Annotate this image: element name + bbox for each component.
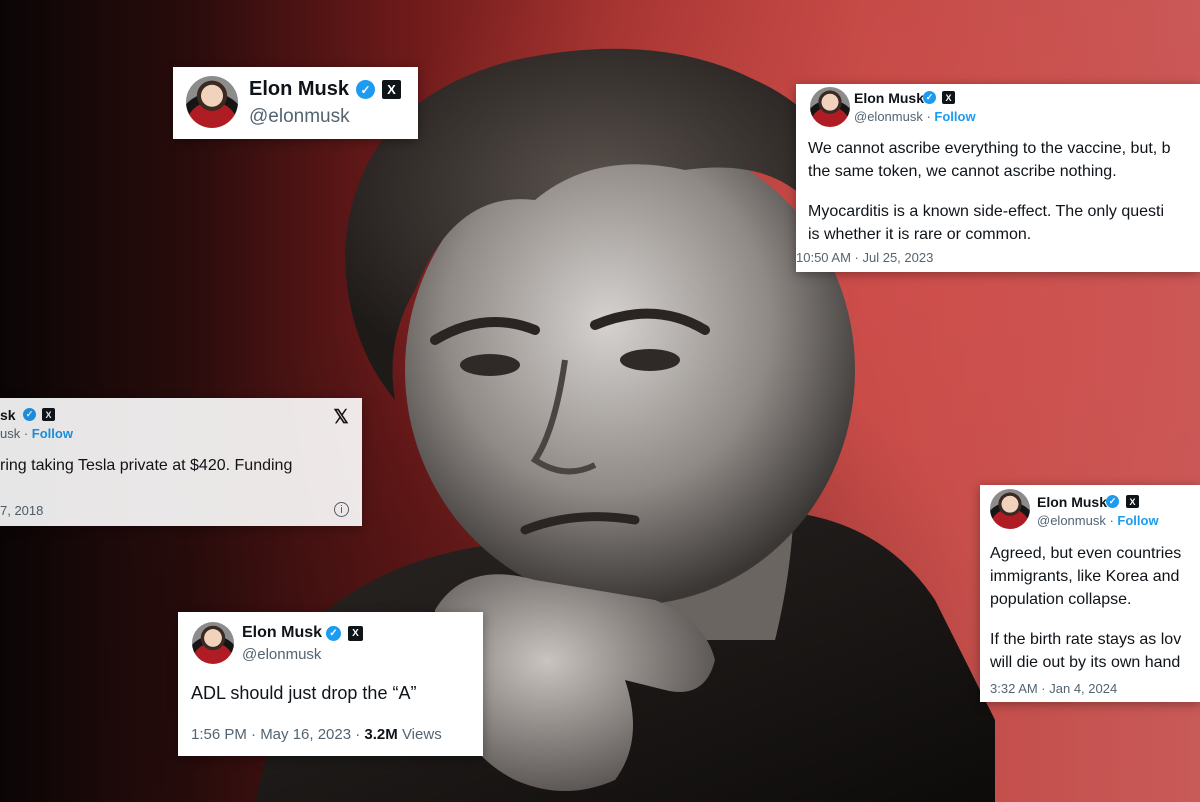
tweet-card-birth-rate[interactable]: Elon Musk ✓ X @elonmusk · Follow Agreed,… [980,485,1200,702]
author-name: Elon Musk [249,78,350,100]
follow-link[interactable]: Follow [1117,513,1158,528]
tweet-text-line: population collapse. [990,591,1132,608]
tweet-timestamp[interactable]: 7, 2018 [0,503,43,518]
author-handle: @elonmusk [242,646,322,663]
author-handle: @elonmusk [249,106,350,127]
tweet-card-tesla[interactable]: sk ✓ X usk · Follow 𝕏 ring taking Tesla … [0,398,362,526]
x-logo-icon: X [942,91,955,104]
views-count: 3.2M [364,726,398,743]
author-name-fragment: sk [0,407,16,423]
tweet-card-vaccine[interactable]: Elon Musk ✓ X @elonmusk · Follow We cann… [796,84,1200,272]
author-name: Elon Musk [242,624,323,641]
follow-link[interactable]: Follow [32,426,73,441]
avatar [186,76,238,128]
tweet-text-line: If the birth rate stays as lov [990,631,1182,648]
x-logo-icon: X [1126,495,1139,508]
x-logo-icon: X [42,408,55,421]
x-logo-icon: X [382,80,401,99]
verified-badge-icon: ✓ [356,80,375,99]
tweet-card-adl[interactable]: Elon Musk ✓ X @elonmusk ADL should just … [178,612,483,756]
tweet-text-line: the same token, we cannot ascribe nothin… [808,163,1117,180]
avatar [192,622,234,664]
tweet-text-line: ring taking Tesla private at $420. Fundi… [0,457,293,474]
author-handle-line: @elonmusk · Follow [854,109,976,124]
profile-header-card[interactable]: Elon Musk ✓ X @elonmusk [173,67,418,139]
tweet-timestamp-views[interactable]: 1:56 PM · May 16, 2023 · 3.2M Views [191,726,442,743]
verified-badge-icon: ✓ [923,91,936,104]
avatar [990,489,1030,529]
tweet-text: ADL should just drop the “A” [191,683,417,703]
x-logo-icon: X [348,626,363,641]
author-name: Elon Musk [1037,494,1108,510]
author-name: Elon Musk [854,90,925,106]
tweet-text-line: immigrants, like Korea and [990,568,1180,585]
tweet-text-line: Myocarditis is a known side-effect. The … [808,203,1165,220]
tweet-text-line: will die out by its own hand [990,654,1181,671]
verified-badge-icon: ✓ [326,626,341,641]
tweet-timestamp[interactable]: 10:50 AM · Jul 25, 2023 [796,250,933,265]
tweet-timestamp[interactable]: 3:32 AM · Jan 4, 2024 [990,681,1117,696]
verified-badge-icon: ✓ [1106,495,1119,508]
tweet-text-line: We cannot ascribe everything to the vacc… [808,140,1171,157]
verified-badge-icon: ✓ [23,408,36,421]
tweet-text-line: is whether it is rare or common. [808,226,1032,243]
info-icon[interactable]: i [334,502,349,517]
author-handle-line: usk · Follow [0,426,73,441]
follow-link[interactable]: Follow [934,109,975,124]
avatar [810,87,850,127]
tweet-text-line: Agreed, but even countries [990,545,1182,562]
x-logo-icon[interactable]: 𝕏 [330,406,352,428]
author-handle-line: @elonmusk · Follow [1037,513,1159,528]
